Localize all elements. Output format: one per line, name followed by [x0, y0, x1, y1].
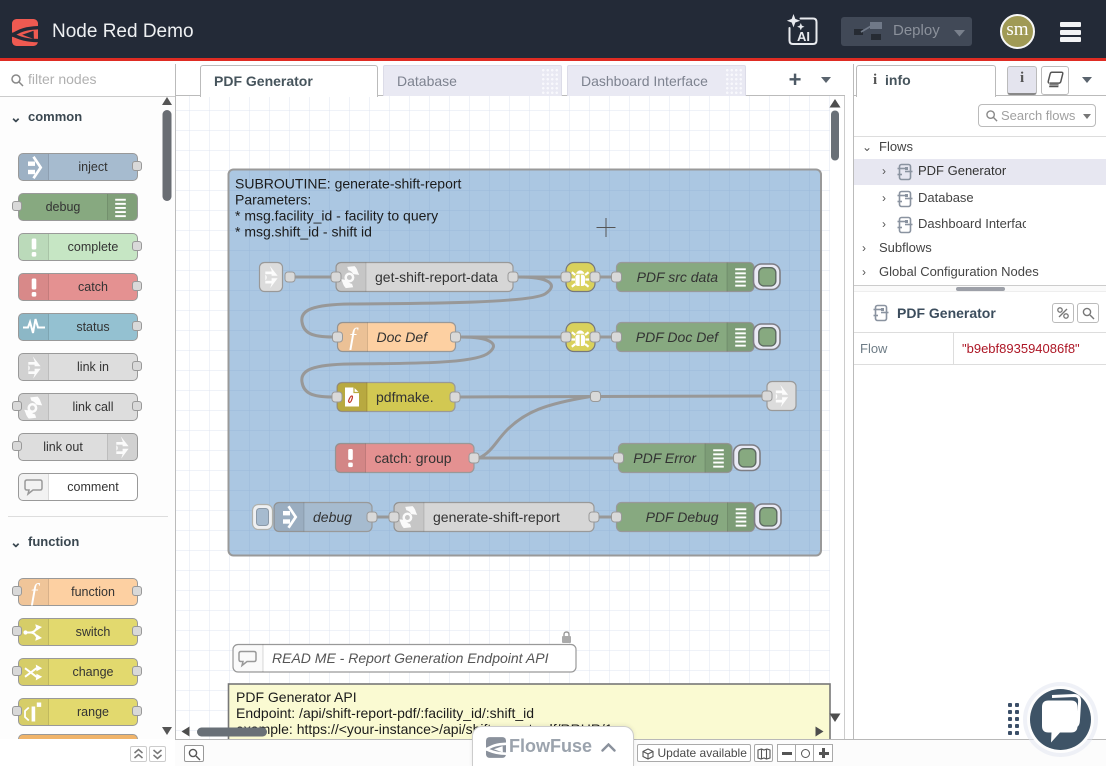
- svg-text:PDF Generator API: PDF Generator API: [236, 689, 357, 705]
- svg-text:AI: AI: [797, 29, 810, 44]
- svg-text:f: f: [31, 581, 41, 607]
- svg-text:PDF Debug: PDF Debug: [646, 509, 719, 525]
- svg-text:* msg.facility_id - facility t: * msg.facility_id - facility to query: [235, 208, 438, 224]
- svg-text:SUBROUTINE: generate-shift-rep: SUBROUTINE: generate-shift-report: [235, 176, 462, 192]
- svg-text:debug: debug: [313, 509, 352, 525]
- svg-text:PDF src data: PDF src data: [637, 269, 719, 285]
- svg-text:get-shift-report-data: get-shift-report-data: [375, 269, 498, 285]
- svg-text:Parameters:: Parameters:: [235, 192, 311, 208]
- svg-text:PDF Error: PDF Error: [633, 450, 697, 466]
- svg-text:READ ME - Report Generation En: READ ME - Report Generation Endpoint API: [272, 650, 549, 666]
- svg-text:generate-shift-report: generate-shift-report: [433, 509, 560, 525]
- svg-text:pdfmake.: pdfmake.: [376, 389, 434, 405]
- svg-text:PDF Doc Def: PDF Doc Def: [636, 329, 720, 345]
- svg-text:* msg.shift_id - shift id: * msg.shift_id - shift id: [235, 224, 372, 240]
- svg-text:catch: group: catch: group: [375, 450, 452, 466]
- svg-text:Endpoint: /api/shift-report-pd: Endpoint: /api/shift-report-pdf/:facilit…: [236, 705, 534, 721]
- svg-text:Doc Def: Doc Def: [377, 329, 430, 345]
